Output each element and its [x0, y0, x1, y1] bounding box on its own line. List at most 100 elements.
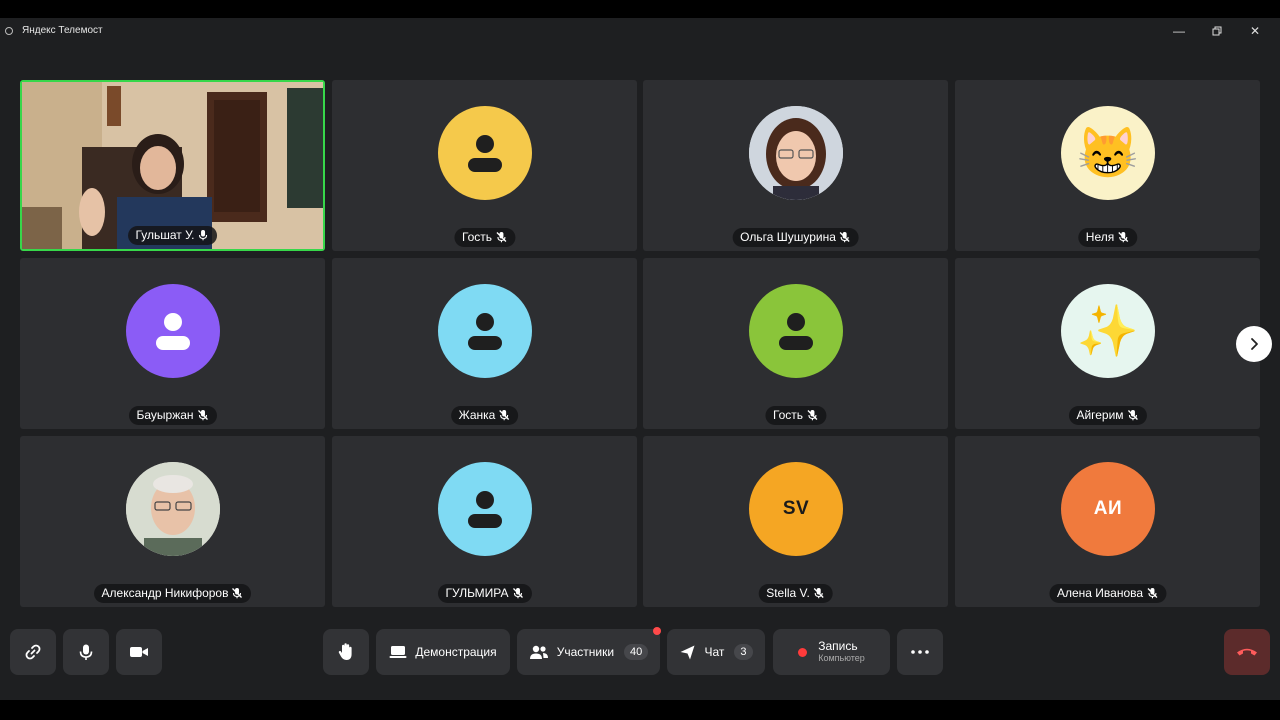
hang-up-phone-icon: [1237, 648, 1257, 656]
chat-button[interactable]: Чат 3: [667, 629, 765, 675]
participant-name: Айгерим: [1076, 408, 1124, 422]
participant-name: Гульшат У.: [135, 228, 195, 242]
maximize-button[interactable]: [1198, 18, 1236, 44]
participant-name: Ольга Шушурина: [740, 230, 836, 244]
participant-tile[interactable]: Бауыржан: [20, 258, 325, 429]
more-options-button[interactable]: [897, 629, 943, 675]
screen-share-button[interactable]: Демонстрация: [376, 629, 510, 675]
microphone-off-icon: [197, 410, 208, 421]
camera-button[interactable]: [116, 629, 162, 675]
participant-tile[interactable]: Гульшат У.: [20, 80, 325, 251]
participant-nametag: Гость: [453, 228, 516, 247]
send-arrow-icon: [680, 645, 695, 659]
microphone-off-icon: [496, 232, 507, 243]
user-icon: [468, 313, 502, 350]
app-icon: [5, 27, 13, 35]
raise-hand-button[interactable]: [323, 629, 369, 675]
participant-name: Алена Иванова: [1056, 586, 1144, 600]
record-icon: [798, 647, 808, 657]
sparkles-emoji-icon: ✨: [1076, 303, 1140, 359]
microphone-icon: [79, 644, 93, 660]
microphone-off-icon: [499, 410, 510, 421]
hand-icon: [338, 643, 352, 660]
guest-avatar: [438, 106, 532, 200]
participant-name: Александр Никифоров: [101, 586, 229, 600]
avatar-initials: SV: [782, 498, 810, 519]
copy-link-button[interactable]: [10, 629, 56, 675]
next-page-button[interactable]: [1236, 326, 1272, 362]
participant-nametag: Айгерим: [1068, 406, 1147, 425]
avatar-initials: АИ: [1093, 498, 1123, 519]
participant-nametag: Александр Никифоров: [93, 584, 252, 603]
video-camera-icon: [130, 647, 148, 657]
emoji-avatar: 😸: [1061, 106, 1155, 200]
close-button[interactable]: ✕: [1236, 18, 1274, 44]
emoji-avatar: ✨: [1061, 284, 1155, 378]
microphone-on-icon: [199, 230, 208, 241]
notification-dot: [653, 627, 661, 635]
user-avatar: [438, 462, 532, 556]
record-button[interactable]: Запись Компьютер: [773, 629, 890, 675]
user-avatar: [126, 284, 220, 378]
initials-avatar: SV: [749, 462, 843, 556]
participant-tile[interactable]: Гость: [643, 258, 948, 429]
participant-name: Неля: [1085, 230, 1115, 244]
record-text: Запись Компьютер: [818, 640, 865, 663]
leave-call-button[interactable]: [1224, 629, 1270, 675]
participant-tile[interactable]: Александр Никифоров: [20, 436, 325, 607]
participant-tile[interactable]: Гость: [332, 80, 637, 251]
participant-video: [22, 82, 323, 249]
participant-nametag: Бауыржан: [128, 406, 217, 425]
cat-emoji-icon: 😸: [1076, 125, 1140, 181]
monitor-icon: [389, 646, 407, 658]
participant-name: Stella V.: [766, 586, 810, 600]
microphone-off-icon: [232, 588, 243, 599]
microphone-off-icon: [1127, 410, 1138, 421]
participant-nametag: Гость: [764, 406, 827, 425]
participant-tile[interactable]: Ольга Шушурина: [643, 80, 948, 251]
participants-count: 40: [624, 644, 649, 660]
microphone-off-icon: [839, 232, 850, 243]
guest-avatar: [749, 284, 843, 378]
chevron-right-icon: [1251, 338, 1258, 350]
participant-name: Гость: [772, 408, 804, 422]
window-title: Яндекс Телемост: [22, 25, 103, 36]
initials-avatar: АИ: [1061, 462, 1155, 556]
user-icon: [468, 491, 502, 528]
participant-tile[interactable]: ГУЛЬМИРА: [332, 436, 637, 607]
participant-name: Гость: [461, 230, 493, 244]
link-icon: [25, 644, 41, 660]
microphone-off-icon: [512, 588, 523, 599]
participant-nametag: ГУЛЬМИРА: [437, 584, 532, 603]
participant-name: Жанка: [458, 408, 496, 422]
microphone-button[interactable]: [63, 629, 109, 675]
participant-nametag: Ольга Шушурина: [732, 228, 859, 247]
user-avatar: [438, 284, 532, 378]
participant-nametag: Алена Иванова: [1048, 584, 1167, 603]
title-bar: Яндекс Телемост — ✕: [0, 18, 1280, 44]
participant-tile[interactable]: SV Stella V.: [643, 436, 948, 607]
telemost-window: Яндекс Телемост — ✕ Гульшат У. Гость Оль…: [0, 18, 1280, 700]
participant-tile[interactable]: Жанка: [332, 258, 637, 429]
microphone-off-icon: [1118, 232, 1129, 243]
participant-name: Бауыржан: [136, 408, 194, 422]
participant-tile[interactable]: 😸 Неля: [955, 80, 1260, 251]
participant-tile[interactable]: АИ Алена Иванова: [955, 436, 1260, 607]
microphone-off-icon: [1147, 588, 1157, 599]
chat-count: 3: [734, 644, 753, 660]
participant-photo: [749, 106, 843, 200]
participants-label: Участники: [556, 645, 615, 659]
microphone-off-icon: [813, 588, 824, 599]
minimize-button[interactable]: —: [1160, 18, 1198, 44]
participant-nametag: Stella V.: [758, 584, 833, 603]
user-icon: [779, 313, 813, 350]
more-dots-icon: [911, 650, 929, 654]
record-label: Запись: [818, 639, 858, 654]
participants-button[interactable]: Участники 40: [517, 627, 661, 675]
participant-photo: [126, 462, 220, 556]
participant-tile[interactable]: ✨ Айгерим: [955, 258, 1260, 429]
record-source: Компьютер: [818, 652, 865, 663]
user-icon: [468, 135, 502, 172]
participant-nametag: Неля: [1077, 228, 1138, 247]
participant-name: ГУЛЬМИРА: [445, 586, 509, 600]
